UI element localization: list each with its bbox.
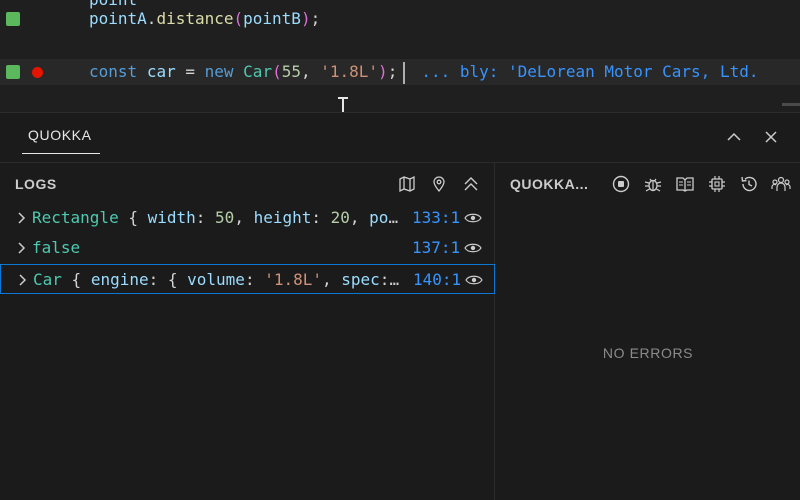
code-token: = — [175, 62, 205, 81]
panel-header: QUOKKA — [0, 113, 800, 163]
code-token: ; — [310, 9, 321, 28]
code-token: : — [311, 208, 331, 227]
code-token: : — [195, 208, 216, 227]
code-token: , — [349, 208, 370, 227]
code-line-content: const car = new Car(55, '1.8L'); ... bly:… — [89, 59, 758, 85]
code-line-active[interactable]: const car = new Car(55, '1.8L'); ... bly:… — [0, 59, 800, 85]
eye-icon[interactable] — [465, 274, 483, 286]
code-token: '1.8L' — [320, 62, 379, 81]
map-icon[interactable] — [396, 173, 418, 195]
logs-title: LOGS — [15, 176, 57, 192]
code-token: { — [61, 270, 91, 289]
code-token: ) — [300, 9, 311, 28]
quokka-pane-title: QUOKKA... — [510, 176, 589, 192]
quokka-errors-pane: QUOKKA... NO ERRORS — [496, 163, 800, 500]
code-token: '1.8L' — [264, 270, 322, 289]
code-token: false — [32, 238, 81, 257]
book-icon[interactable] — [673, 172, 697, 196]
code-token: volume — [187, 270, 245, 289]
code-token: : — [244, 270, 265, 289]
code-line-tokens: pointA.distance(pointB); — [89, 6, 320, 32]
breakpoint-dot[interactable] — [32, 67, 43, 78]
log-entry[interactable]: Rectangle { width: 50, height: 20, posit… — [0, 203, 495, 233]
chevron-right-icon[interactable] — [15, 273, 29, 287]
code-token: . — [146, 9, 157, 28]
code-token: spec — [341, 270, 380, 289]
no-errors-message: NO ERRORS — [602, 345, 694, 361]
coverage-marker — [6, 65, 20, 79]
code-token: ) — [378, 62, 388, 81]
code-token: ( — [272, 62, 282, 81]
code-token: width — [147, 208, 196, 227]
bug-icon[interactable] — [641, 172, 665, 196]
coverage-marker — [6, 12, 20, 26]
active-tab-indicator — [22, 153, 100, 154]
chevron-right-icon[interactable] — [14, 211, 28, 225]
code-token: 50 — [215, 208, 235, 227]
inline-value-hint: ... bly: 'DeLorean Motor Cars, Ltd. — [421, 62, 759, 81]
code-token: new — [204, 62, 234, 81]
code-token: pointB — [243, 9, 301, 28]
history-icon[interactable] — [737, 172, 761, 196]
code-token: { — [118, 208, 148, 227]
log-value: Rectangle { width: 50, height: 20, posit… — [32, 203, 404, 233]
code-token: const — [89, 62, 138, 81]
code-token: : { — [148, 270, 188, 289]
code-token: car — [146, 62, 176, 81]
scrollbar-thumb[interactable] — [782, 103, 800, 106]
code-token: 55 — [281, 62, 301, 81]
log-value: Car { engine: { volume: '1.8L', spec: … … — [33, 265, 405, 295]
eye-icon[interactable] — [464, 212, 482, 224]
code-line[interactable]: pointA.distance(pointB); — [0, 6, 800, 32]
log-location-link[interactable]: 137:1 — [412, 233, 460, 263]
log-entry[interactable]: false 137:1 — [0, 233, 495, 263]
log-location-link[interactable]: 133:1 — [412, 203, 460, 233]
code-token: height — [253, 208, 312, 227]
code-token: Car — [243, 62, 273, 81]
code-token: Rectangle — [32, 208, 119, 227]
code-token: pointA — [89, 9, 147, 28]
log-value: false — [32, 233, 404, 263]
close-icon[interactable] — [759, 125, 783, 149]
code-token: , — [300, 62, 321, 81]
code-line-tokens: const car = new Car(55, '1.8L'); — [89, 62, 397, 81]
code-token: : … } } — [379, 270, 405, 289]
quokka-toolbar — [609, 172, 800, 196]
code-token: , — [322, 270, 342, 289]
tab-quokka[interactable]: QUOKKA — [28, 127, 92, 150]
code-token: ; — [387, 62, 398, 81]
code-token: position — [369, 208, 404, 227]
code-token: 20 — [330, 208, 350, 227]
chevron-right-icon[interactable] — [14, 241, 28, 255]
cpu-icon[interactable] — [705, 172, 729, 196]
code-token: , — [234, 208, 254, 227]
text-caret — [403, 61, 406, 84]
code-token: ( — [233, 9, 244, 28]
location-pin-icon[interactable] — [428, 173, 450, 195]
code-token: distance — [156, 9, 234, 28]
code-editor[interactable]: point pointA.distance(pointB); const car… — [0, 0, 800, 119]
chevron-up-icon[interactable] — [722, 125, 746, 149]
stop-circle-icon[interactable] — [609, 172, 633, 196]
log-entry[interactable]: Car { engine: { volume: '1.8L', spec: … … — [0, 264, 495, 294]
logs-pane: LOGS Rectangle { width: 50, height: 20, … — [0, 163, 495, 500]
collapse-all-icon[interactable] — [460, 173, 482, 195]
log-location-link[interactable]: 140:1 — [413, 265, 461, 295]
quokka-panel: QUOKKA LOGS Rectangle { width: 50, heigh… — [0, 112, 800, 500]
eye-icon[interactable] — [464, 242, 482, 254]
team-icon[interactable] — [769, 172, 793, 196]
code-token: engine — [90, 270, 149, 289]
code-token: Car — [33, 270, 62, 289]
logs-toolbar — [386, 173, 482, 195]
